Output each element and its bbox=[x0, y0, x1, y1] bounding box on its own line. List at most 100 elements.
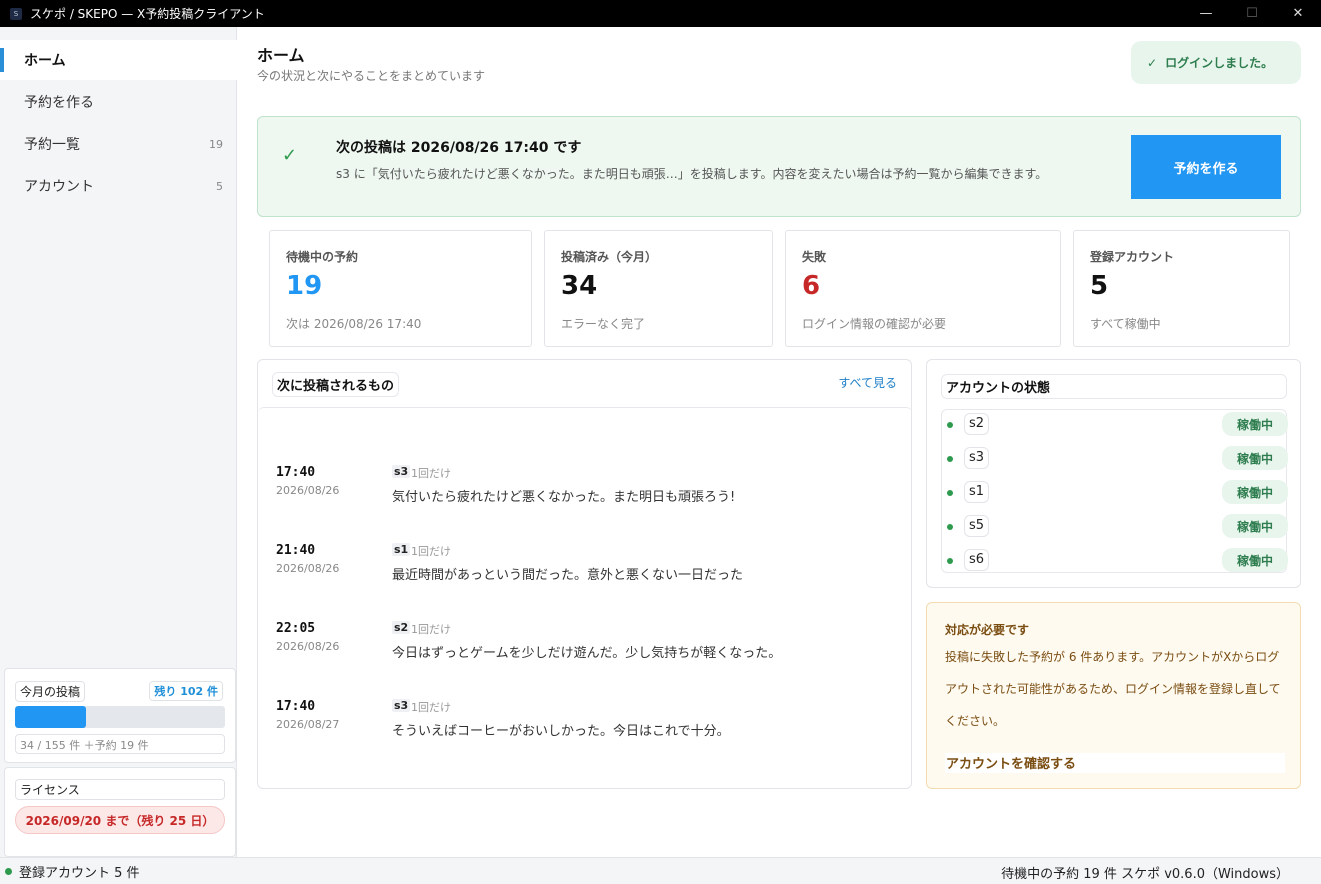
status-dot-icon bbox=[947, 558, 953, 564]
page-subtitle: 今の状況と次にやることをまとめています bbox=[257, 69, 486, 83]
status-badge: 稼働中 bbox=[1222, 548, 1288, 572]
stat-sub: ログイン情報の確認が必要 bbox=[802, 317, 947, 331]
action-required-panel: 対応が必要です 投稿に失敗した予約が 6 件あります。アカウントがXからログアウ… bbox=[926, 602, 1301, 789]
stat-card-failed[interactable]: 失敗 6 ログイン情報の確認が必要 bbox=[785, 230, 1061, 347]
stat-card-pending[interactable]: 待機中の予約 19 次は 2026/08/26 17:40 bbox=[269, 230, 532, 347]
window-title: スケポ / SKEPO — X予約投稿クライアント bbox=[30, 7, 265, 21]
see-all-link[interactable]: すべて見る bbox=[838, 374, 897, 391]
stat-sub: エラーなく完了 bbox=[561, 317, 646, 331]
action-required-title: 対応が必要です bbox=[945, 623, 1030, 637]
close-button[interactable]: ✕ bbox=[1275, 0, 1321, 27]
sidebar-item-accounts[interactable]: アカウント 5 bbox=[0, 166, 237, 206]
account-status-list: s2 稼働中 s3 稼働中 s1 稼働中 s5 稼働中 s6 稼働中 bbox=[941, 409, 1288, 573]
window-controls: — ☐ ✕ bbox=[1183, 0, 1321, 27]
stat-label: 投稿済み（今月） bbox=[561, 250, 658, 264]
sidebar-item-label: 予約を作る bbox=[24, 95, 94, 111]
post-date: 2026/08/27 bbox=[276, 718, 340, 731]
account-row[interactable]: s2 稼働中 bbox=[942, 410, 1288, 444]
status-badge: 稼働中 bbox=[1222, 412, 1288, 436]
stat-label: 待機中の予約 bbox=[286, 250, 359, 264]
account-row[interactable]: s6 稼働中 bbox=[942, 546, 1288, 580]
post-text: 気付いたら疲れたけど悪くなかった。また明日も頑張ろう! bbox=[392, 490, 736, 505]
check-icon: ✓ bbox=[1147, 55, 1158, 70]
account-name: s5 bbox=[964, 515, 990, 537]
account-name: s1 bbox=[964, 481, 990, 503]
account-name: s6 bbox=[964, 549, 990, 571]
post-text: 最近時間があっという間だった。意外と悪くない一日だった bbox=[392, 568, 744, 583]
post-time: 22:05 bbox=[276, 621, 316, 636]
post-date: 2026/08/26 bbox=[276, 640, 340, 653]
stat-value: 19 bbox=[286, 271, 323, 301]
sidebar-item-home[interactable]: ホーム bbox=[0, 40, 237, 80]
page-title: ホーム bbox=[257, 46, 305, 65]
account-row[interactable]: s3 稼働中 bbox=[942, 444, 1288, 478]
list-item[interactable]: 21:40 2026/08/26 s1 1回だけ 最近時間があっという間だった。… bbox=[276, 543, 896, 603]
sidebar-item-count: 19 bbox=[209, 137, 223, 151]
next-post-banner: ✓ 次の投稿は 2026/08/26 17:40 です s3 に「気付いたら疲れ… bbox=[257, 116, 1301, 217]
status-bar: 登録アカウント 5 件 待機中の予約 19 件 スケポ v0.6.0（Windo… bbox=[0, 857, 1321, 884]
next-post-title: 次の投稿は 2026/08/26 17:40 です bbox=[336, 140, 582, 156]
action-required-text: 投稿に失敗した予約が 6 件あります。アカウントがXからログアウトされた可能性が… bbox=[945, 650, 1281, 728]
post-time: 17:40 bbox=[276, 465, 316, 480]
account-name: s2 bbox=[964, 413, 990, 435]
post-date: 2026/08/26 bbox=[276, 484, 340, 497]
sidebar-item-schedule-list[interactable]: 予約一覧 19 bbox=[0, 124, 237, 164]
title-bar: S スケポ / SKEPO — X予約投稿クライアント — ☐ ✕ bbox=[0, 0, 1321, 27]
license-card: ライセンス 2026/09/20 まで（残り 25 日） bbox=[4, 767, 236, 857]
next-post-description: s3 に「気付いたら疲れたけど悪くなかった。また明日も頑張…」を投稿します。内容… bbox=[336, 167, 1048, 181]
stat-label: 登録アカウント bbox=[1090, 250, 1175, 264]
monthly-posts-card: 今月の投稿 残り 102 件 34 / 155 件 ＋予約 19 件 bbox=[4, 668, 236, 763]
sidebar: ホーム 予約を作る 予約一覧 19 アカウント 5 今月の投稿 残り 102 件… bbox=[0, 27, 237, 857]
status-dot-icon bbox=[947, 422, 953, 428]
account-row[interactable]: s5 稼働中 bbox=[942, 512, 1288, 546]
post-frequency: 1回だけ bbox=[411, 545, 451, 558]
list-item[interactable]: 17:40 2026/08/27 s3 1回だけ そういえばコーヒーがおいしかっ… bbox=[276, 699, 896, 759]
post-account: s1 bbox=[392, 543, 411, 556]
monthly-progress-fill bbox=[15, 706, 87, 728]
sidebar-item-label: ホーム bbox=[24, 53, 66, 69]
create-schedule-button[interactable]: 予約を作る bbox=[1131, 135, 1281, 199]
stat-sub: すべて稼働中 bbox=[1090, 317, 1161, 331]
upcoming-posts-panel: 次に投稿されるもの すべて見る 17:40 2026/08/26 s3 1回だけ… bbox=[257, 359, 912, 789]
post-account: s2 bbox=[392, 621, 411, 634]
sidebar-item-create[interactable]: 予約を作る bbox=[0, 82, 237, 122]
account-name: s3 bbox=[964, 447, 990, 469]
status-badge: 稼働中 bbox=[1222, 446, 1288, 470]
upcoming-posts-title: 次に投稿されるもの bbox=[272, 372, 400, 397]
post-frequency: 1回だけ bbox=[411, 467, 451, 480]
account-status-panel: アカウントの状態 s2 稼働中 s3 稼働中 s1 稼働中 s5 稼働中 s6 … bbox=[926, 359, 1301, 588]
monthly-remaining-badge: 残り 102 件 bbox=[149, 681, 223, 701]
stat-value: 5 bbox=[1090, 271, 1109, 301]
stat-value: 6 bbox=[802, 271, 821, 301]
license-label: ライセンス bbox=[15, 779, 225, 800]
list-item[interactable]: 17:40 2026/08/26 s3 1回だけ 気付いたら疲れたけど悪くなかっ… bbox=[276, 465, 896, 525]
app-logo-icon: S bbox=[10, 7, 22, 20]
post-account: s3 bbox=[392, 699, 411, 712]
post-time: 21:40 bbox=[276, 543, 316, 558]
post-frequency: 1回だけ bbox=[411, 701, 451, 714]
stat-sub: 次は 2026/08/26 17:40 bbox=[286, 317, 422, 331]
monthly-posts-label: 今月の投稿 bbox=[15, 681, 86, 702]
check-icon: ✓ bbox=[282, 145, 298, 166]
post-text: そういえばコーヒーがおいしかった。今日はこれで十分。 bbox=[392, 724, 730, 739]
toast-text: ログインしました。 bbox=[1165, 56, 1274, 70]
account-row[interactable]: s1 稼働中 bbox=[942, 478, 1288, 512]
monthly-progress-text: 34 / 155 件 ＋予約 19 件 bbox=[15, 734, 225, 754]
monthly-progress-bar bbox=[15, 706, 225, 728]
status-badge: 稼働中 bbox=[1222, 514, 1288, 538]
status-dot-icon bbox=[947, 524, 953, 530]
stat-label: 失敗 bbox=[802, 250, 827, 264]
post-date: 2026/08/26 bbox=[276, 562, 340, 575]
post-time: 17:40 bbox=[276, 699, 316, 714]
maximize-button[interactable]: ☐ bbox=[1229, 0, 1275, 27]
stat-card-accounts[interactable]: 登録アカウント 5 すべて稼働中 bbox=[1073, 230, 1290, 347]
sidebar-item-label: アカウント bbox=[24, 179, 94, 195]
status-dot-icon bbox=[947, 456, 953, 462]
post-account: s3 bbox=[392, 465, 411, 478]
stat-value: 34 bbox=[561, 271, 598, 301]
minimize-button[interactable]: — bbox=[1183, 0, 1229, 27]
sidebar-item-count: 5 bbox=[216, 179, 223, 193]
stat-card-posted[interactable]: 投稿済み（今月） 34 エラーなく完了 bbox=[544, 230, 773, 347]
list-item[interactable]: 22:05 2026/08/26 s2 1回だけ 今日はずっとゲームを少しだけ遊… bbox=[276, 621, 896, 681]
check-accounts-link[interactable]: アカウントを確認する bbox=[945, 753, 1285, 773]
